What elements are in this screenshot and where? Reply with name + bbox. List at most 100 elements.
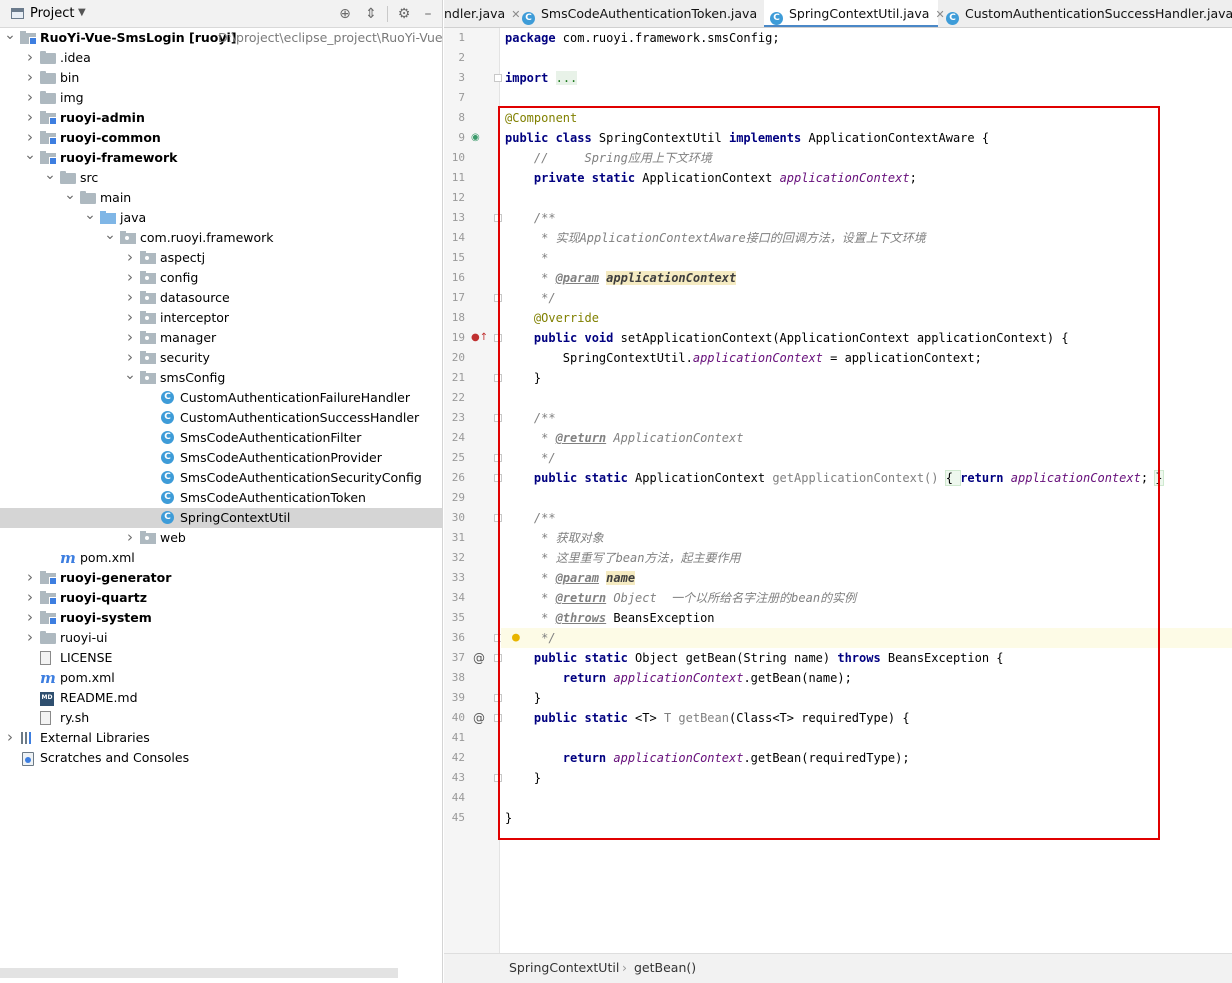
code-line[interactable]: /** <box>501 408 1232 428</box>
chevron-right-icon[interactable]: › <box>24 128 36 148</box>
code-line[interactable]: SpringContextUtil.applicationContext = a… <box>501 348 1232 368</box>
code-line[interactable]: * @param applicationContext <box>501 268 1232 288</box>
tree-item[interactable]: m pom.xml <box>0 548 442 568</box>
tree-item[interactable]: › ruoyi-common <box>0 128 442 148</box>
tree-item[interactable]: › ruoyi-generator <box>0 568 442 588</box>
chevron-right-icon[interactable]: › <box>24 628 36 648</box>
code-line[interactable]: public static <T> T getBean(Class<T> req… <box>501 708 1232 728</box>
tree-item[interactable]: › aspectj <box>0 248 442 268</box>
code-line[interactable]: public static ApplicationContext getAppl… <box>501 468 1232 488</box>
chevron-right-icon[interactable]: › <box>4 728 16 748</box>
tree-item[interactable]: ⌄ RuoYi-Vue-SmsLogin [ruoyi] D:\project\ec… <box>0 28 442 48</box>
chevron-right-icon[interactable]: › <box>24 608 36 628</box>
tree-item[interactable]: › interceptor <box>0 308 442 328</box>
chevron-down-icon[interactable]: ⌄ <box>4 28 16 48</box>
tree-item[interactable]: › ruoyi-quartz <box>0 588 442 608</box>
chevron-down-icon[interactable]: ⌄ <box>84 208 96 228</box>
chevron-right-icon[interactable]: › <box>124 288 136 308</box>
tree-item[interactable]: C SpringContextUtil <box>0 508 442 528</box>
breadcrumb-method[interactable]: getBean() <box>634 954 696 982</box>
tree-item[interactable]: › config <box>0 268 442 288</box>
chevron-right-icon[interactable]: › <box>124 268 136 288</box>
editor-tab[interactable]: CSmsCodeAuthenticationToken.java✕ <box>516 0 772 27</box>
tree-item[interactable]: ⌄ com.ruoyi.framework <box>0 228 442 248</box>
tree-item[interactable]: ⌄ main <box>0 188 442 208</box>
collapse-all-icon[interactable]: ⇕ <box>362 5 380 23</box>
tree-item[interactable]: ⌄ ruoyi-framework <box>0 148 442 168</box>
code-line[interactable] <box>501 48 1232 68</box>
code-line[interactable]: * 这里重写了bean方法，起主要作用 <box>501 548 1232 568</box>
code-line[interactable]: public class SpringContextUtil implement… <box>501 128 1232 148</box>
code-line[interactable] <box>501 188 1232 208</box>
tree-item[interactable]: › img <box>0 88 442 108</box>
chevron-right-icon[interactable]: › <box>124 308 136 328</box>
code-line[interactable]: * @return Object 一个以所给名字注册的bean的实例 <box>501 588 1232 608</box>
chevron-right-icon[interactable]: › <box>124 528 136 548</box>
tree-item[interactable]: m pom.xml <box>0 668 442 688</box>
tree-item[interactable]: › ruoyi-ui <box>0 628 442 648</box>
tree-item[interactable]: Scratches and Consoles <box>0 748 442 768</box>
chevron-right-icon[interactable]: › <box>24 88 36 108</box>
chevron-down-icon[interactable]: ▼ <box>78 7 86 18</box>
editor-tab[interactable]: ndler.java ✕ <box>444 0 520 27</box>
chevron-right-icon[interactable]: › <box>124 248 136 268</box>
tree-item[interactable]: › ruoyi-admin <box>0 108 442 128</box>
tree-item[interactable]: ⌄ java <box>0 208 442 228</box>
tree-item[interactable]: C SmsCodeAuthenticationToken <box>0 488 442 508</box>
tree-item[interactable]: C SmsCodeAuthenticationProvider <box>0 448 442 468</box>
tree-item[interactable]: ry.sh <box>0 708 442 728</box>
code-line[interactable]: /** <box>501 208 1232 228</box>
code-line[interactable]: * 获取对象 <box>501 528 1232 548</box>
chevron-down-icon[interactable]: ⌄ <box>44 168 56 188</box>
chevron-right-icon[interactable]: › <box>124 328 136 348</box>
tree-item[interactable]: LICENSE <box>0 648 442 668</box>
tree-item[interactable]: › .idea <box>0 48 442 68</box>
chevron-down-icon[interactable]: ⌄ <box>104 228 116 248</box>
code-line[interactable]: @Component <box>501 108 1232 128</box>
code-line[interactable] <box>501 788 1232 808</box>
tree-item[interactable]: C CustomAuthenticationSuccessHandler <box>0 408 442 428</box>
code-line[interactable]: * @return ApplicationContext <box>501 428 1232 448</box>
code-line[interactable]: return applicationContext.getBean(name); <box>501 668 1232 688</box>
breadcrumb-class[interactable]: SpringContextUtil <box>509 954 619 982</box>
code-line[interactable]: * @throws BeansException <box>501 608 1232 628</box>
code-line[interactable]: private static ApplicationContext applic… <box>501 168 1232 188</box>
locate-file-icon[interactable]: ⊕ <box>336 5 354 23</box>
hide-panel-icon[interactable]: – <box>419 5 437 23</box>
editor-tab[interactable]: C CustomAuthenticationSuccessHandler.java <box>940 0 1232 27</box>
tree-item[interactable]: › security <box>0 348 442 368</box>
annotation-icon[interactable]: @ <box>473 648 485 668</box>
horizontal-scrollbar[interactable] <box>0 968 398 978</box>
gear-icon[interactable]: ⚙ <box>395 5 413 23</box>
tree-item[interactable]: C CustomAuthenticationFailureHandler <box>0 388 442 408</box>
chevron-right-icon[interactable]: › <box>24 68 36 88</box>
chevron-right-icon[interactable]: › <box>24 108 36 128</box>
code-line[interactable]: @Override <box>501 308 1232 328</box>
tree-item[interactable]: › bin <box>0 68 442 88</box>
code-line[interactable]: public static Object getBean(String name… <box>501 648 1232 668</box>
spring-bean-icon[interactable]: ◉ <box>471 128 480 148</box>
tree-item[interactable]: › External Libraries <box>0 728 442 748</box>
tree-item[interactable]: ⌄ smsConfig <box>0 368 442 388</box>
code-line[interactable] <box>501 728 1232 748</box>
code-line[interactable]: } <box>501 688 1232 708</box>
chevron-right-icon[interactable]: › <box>24 48 36 68</box>
code-line[interactable]: * @param name <box>501 568 1232 588</box>
tree-item[interactable]: MD README.md <box>0 688 442 708</box>
code-line[interactable]: package com.ruoyi.framework.smsConfig; <box>501 28 1232 48</box>
chevron-down-icon[interactable]: ⌄ <box>24 148 36 168</box>
code-line[interactable]: } <box>501 808 1232 828</box>
code-line[interactable]: } <box>501 368 1232 388</box>
chevron-right-icon[interactable]: › <box>124 348 136 368</box>
code-line[interactable]: public void setApplicationContext(Applic… <box>501 328 1232 348</box>
code-line[interactable]: // Spring应用上下文环境 <box>501 148 1232 168</box>
code-view[interactable]: package com.ruoyi.framework.smsConfig; im… <box>501 28 1232 953</box>
code-line[interactable]: */ <box>501 288 1232 308</box>
implements-method-icon[interactable]: ●↑ <box>471 328 488 348</box>
tree-item[interactable]: › manager <box>0 328 442 348</box>
chevron-down-icon[interactable]: ⌄ <box>124 368 136 388</box>
project-view-selector[interactable]: Project <box>30 6 74 21</box>
code-line[interactable] <box>501 488 1232 508</box>
code-line[interactable]: import ... <box>501 68 1232 88</box>
code-line[interactable]: */ <box>501 448 1232 468</box>
